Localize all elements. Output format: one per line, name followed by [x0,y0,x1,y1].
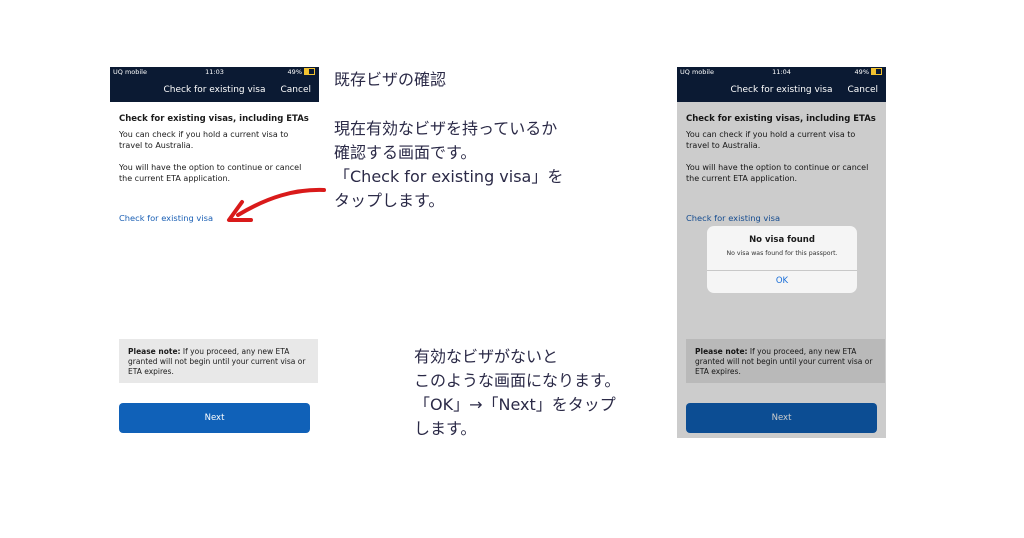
cancel-button[interactable]: Cancel [848,78,879,102]
nav-bar: Check for existing visa Cancel [677,78,886,102]
alert-message: No visa was found for this passport. [726,250,838,257]
nav-bar: Check for existing visa Cancel [110,78,319,102]
annotation-line: 確認する画面です。 [334,143,477,162]
red-arrow-icon [227,187,326,222]
check-existing-visa-link[interactable]: Check for existing visa [119,213,213,223]
alert-title: No visa found [749,235,815,245]
battery-icon [304,67,315,75]
annotation-line: このような画面になります。 [414,371,621,390]
cancel-button[interactable]: Cancel [281,78,312,102]
phone-screen-right: UQ mobile 11:04 49% Check for existing v… [677,67,886,438]
battery-status: 49% [288,67,315,78]
battery-percent: 49% [854,68,869,76]
status-bar: UQ mobile 11:03 49% [110,67,319,78]
description-2: You will have the option to continue or … [119,163,302,183]
status-bar: UQ mobile 11:04 49% [677,67,886,78]
phone-screen-left: UQ mobile 11:03 49% Check for existing v… [110,67,319,438]
annotation-line: タップします。 [334,191,445,210]
notice-box: Please note: If you proceed, any new ETA… [119,339,318,383]
annotation-step-1: 現在有効なビザを持っているか 確認する画面です。 「Check for exis… [334,117,563,213]
battery-status: 49% [855,67,882,78]
annotation-line: します。 [414,419,477,438]
battery-percent: 49% [287,68,302,76]
annotation-title: 既存ビザの確認 [334,70,447,89]
annotation-line: 「Check for existing visa」を [334,167,564,186]
battery-icon [871,67,882,75]
next-button[interactable]: Next [119,403,310,433]
content: Check for existing visas, including ETAs… [119,114,313,195]
description-1: You can check if you hold a current visa… [119,130,289,150]
annotation-line: 有効なビザがないと [414,347,559,366]
alert-ok-button[interactable]: OK [707,270,857,293]
annotation-step-2: 有効なビザがないと このような画面になります。 「OK」→「Next」をタップ … [414,345,620,441]
section-heading: Check for existing visas, including ETAs [119,114,309,124]
annotation-line: 「OK」→「Next」をタップ [414,395,616,414]
notice-label: Please note: [128,347,181,356]
annotation-line: 現在有効なビザを持っているか [334,119,558,138]
no-visa-alert: No visa found No visa was found for this… [707,226,857,293]
